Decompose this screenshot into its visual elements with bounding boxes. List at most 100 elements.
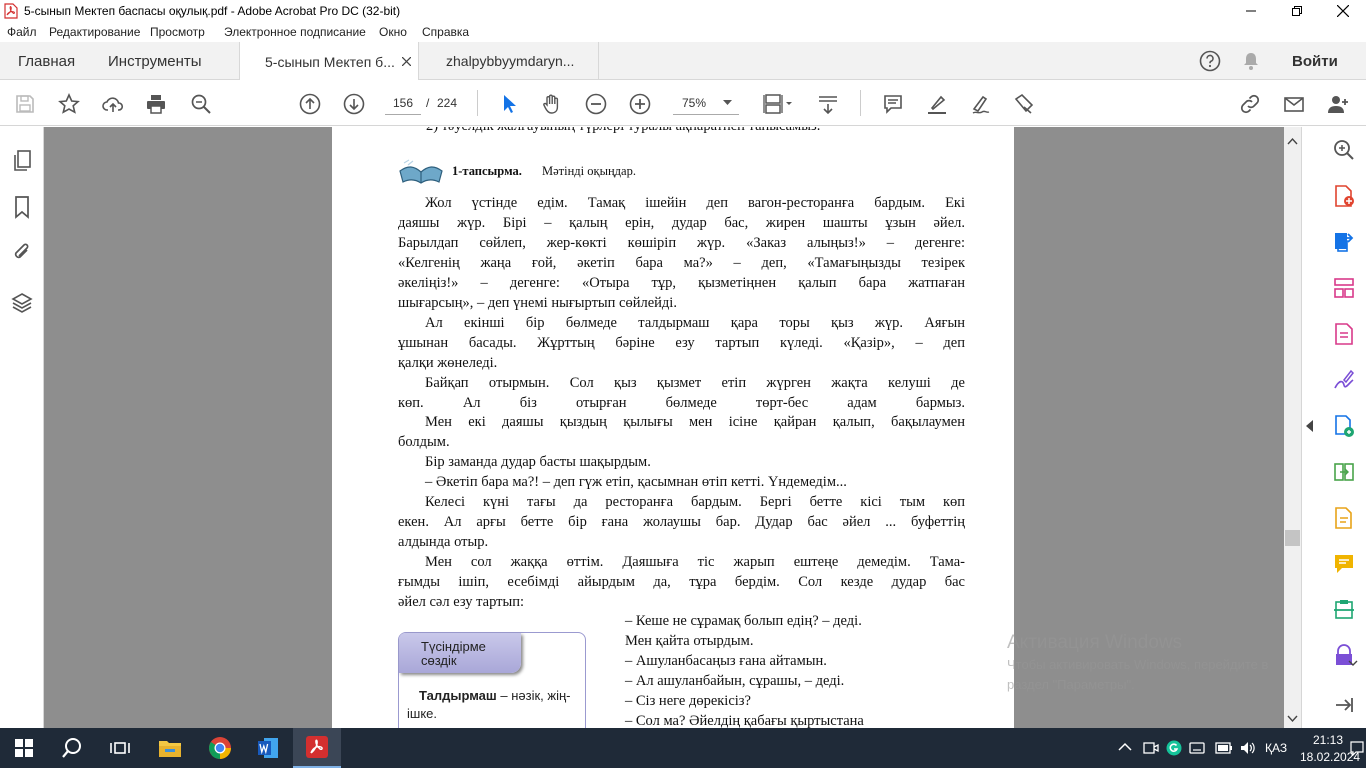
select-tool-button[interactable] <box>496 91 522 117</box>
close-window-button[interactable] <box>1320 0 1366 22</box>
taskbar-chrome[interactable] <box>196 728 244 768</box>
zoom-in-button[interactable] <box>627 91 653 117</box>
export-pdf-icon[interactable] <box>1332 230 1356 254</box>
notification-center-icon[interactable] <box>1349 740 1365 756</box>
collapse-tools-icon[interactable] <box>1332 693 1356 717</box>
tab-document-active[interactable]: 5-сынып Мектеп б... <box>239 42 419 81</box>
next-page-button[interactable] <box>341 91 367 117</box>
taskbar-acrobat-active[interactable] <box>293 728 341 768</box>
add-user-button[interactable] <box>1325 91 1351 117</box>
more-tools-chevron-icon[interactable] <box>1348 660 1358 667</box>
tab-bar: Главная Инструменты 5-сынып Мектеп б... … <box>0 42 1366 81</box>
scroll-mode-button[interactable] <box>815 91 841 117</box>
taskbar-file-explorer[interactable] <box>146 728 194 768</box>
fill-sign-icon <box>1014 93 1034 114</box>
grammarly-icon[interactable] <box>1166 740 1182 756</box>
sign-in-button[interactable]: Войти <box>1292 42 1338 80</box>
combine-files-icon[interactable] <box>1332 414 1356 438</box>
send-for-comments-icon[interactable] <box>1332 506 1356 530</box>
input-language[interactable]: ҚАЗ <box>1265 741 1287 755</box>
scroll-down-icon[interactable] <box>1287 715 1298 723</box>
scroll-up-icon[interactable] <box>1287 137 1298 145</box>
email-button[interactable] <box>1281 91 1307 117</box>
open-book-icon <box>399 159 443 184</box>
cloud-upload-icon <box>102 97 124 112</box>
highlight-button[interactable] <box>924 91 950 117</box>
text-line: – Әкетіп бара ма?! – деп гүж етіп, қасым… <box>425 474 847 491</box>
windows-taskbar: ҚАЗ 21:13 18.02.2024 <box>0 728 1366 768</box>
page-number-input[interactable]: 156 <box>385 91 421 115</box>
text-line: болдым. <box>398 434 450 451</box>
page-display-button[interactable] <box>760 91 796 117</box>
close-tab-icon[interactable] <box>402 57 411 66</box>
tab-home[interactable]: Главная <box>18 42 75 80</box>
zoom-dropdown[interactable]: 75% <box>673 91 739 115</box>
menu-help[interactable]: Справка <box>422 25 469 39</box>
menu-window[interactable]: Окно <box>379 25 407 39</box>
scan-ocr-icon[interactable] <box>1332 598 1356 622</box>
menu-e-sign[interactable]: Электронное подписание <box>224 25 366 39</box>
save-button[interactable] <box>12 91 38 117</box>
text-line: даяшы жүр. Бірі – қалың ерін, дудар бас,… <box>398 214 965 231</box>
prev-page-button[interactable] <box>297 91 323 117</box>
highlighter-pen-icon <box>928 95 946 114</box>
zoom-value: 75% <box>682 96 707 110</box>
scrollbar-thumb[interactable] <box>1285 530 1300 546</box>
comment-tool-icon[interactable] <box>1332 552 1356 576</box>
menu-file[interactable]: Файл <box>7 25 37 39</box>
edit-pdf-icon[interactable] <box>1332 322 1356 346</box>
upload-button[interactable] <box>100 91 126 117</box>
save-icon <box>16 95 34 113</box>
zoom-out-button[interactable] <box>583 91 609 117</box>
clock-time[interactable]: 21:13 <box>1313 733 1343 747</box>
collapse-right-panel-icon[interactable] <box>1306 420 1314 432</box>
toolbar-divider <box>477 90 478 116</box>
tab-tools[interactable]: Инструменты <box>108 42 202 80</box>
create-pdf-icon[interactable] <box>1332 184 1356 208</box>
layers-icon[interactable] <box>10 291 34 315</box>
tab-document-2[interactable]: zhalpybbyymdaryn... <box>420 42 599 80</box>
glossary-box: Түсіндірме сөздік Талдырмаш – нәзік, жің… <box>398 632 586 728</box>
title-bar: 5-сынып Мектеп баспасы оқулық.pdf - Adob… <box>0 0 1366 22</box>
start-button[interactable] <box>0 728 48 768</box>
minimize-button[interactable] <box>1228 0 1274 22</box>
help-icon[interactable] <box>1199 50 1221 72</box>
task-view-button[interactable] <box>96 728 144 768</box>
find-button[interactable] <box>188 91 214 117</box>
right-tools-panel <box>1301 127 1366 728</box>
text-line: Мен екі даяшы қыздың қылығы мен ісіне қа… <box>425 414 965 431</box>
page-thumbnails-icon[interactable] <box>10 149 34 173</box>
battery-icon[interactable] <box>1215 742 1233 754</box>
meet-now-icon[interactable] <box>1143 740 1159 756</box>
notification-bell-icon[interactable] <box>1241 51 1261 71</box>
text-line: әкеліңіз!» – дегенге: «Отыра тұр, қызмет… <box>398 274 965 291</box>
bookmark-star-button[interactable] <box>56 91 82 117</box>
share-link-button[interactable] <box>1237 91 1263 117</box>
organize-pages-icon[interactable] <box>1332 276 1356 300</box>
hand-icon <box>543 94 559 114</box>
taskbar-search-button[interactable] <box>48 728 96 768</box>
fill-and-sign-icon[interactable] <box>1332 368 1356 392</box>
print-button[interactable] <box>143 91 169 117</box>
search-panel-icon[interactable] <box>1332 138 1356 162</box>
hand-tool-button[interactable] <box>539 91 565 117</box>
search-zoom-icon <box>191 94 211 114</box>
volume-icon[interactable] <box>1240 740 1256 756</box>
compare-files-icon[interactable] <box>1332 460 1356 484</box>
text-line: Барылдап сөйлеп, жер-көкті көшіріп жүр. … <box>398 234 965 251</box>
show-hidden-icons-chevron[interactable] <box>1118 742 1132 752</box>
vertical-scrollbar[interactable] <box>1284 127 1301 728</box>
taskbar-word[interactable] <box>244 728 292 768</box>
draw-button[interactable] <box>968 91 994 117</box>
comment-button[interactable] <box>880 91 906 117</box>
glossary-title-line2: сөздік <box>421 653 457 668</box>
bookmark-icon[interactable] <box>10 195 34 219</box>
fill-sign-button[interactable] <box>1011 91 1037 117</box>
dialog-line: – Сол ма? Әйелдің қабағы қыртыстана <box>625 712 864 728</box>
document-viewport[interactable]: 2) тәуелдік жалғауының түрлері туралы ақ… <box>44 127 1284 728</box>
restore-button[interactable] <box>1274 0 1320 22</box>
keyboard-touch-icon[interactable] <box>1189 741 1205 755</box>
menu-view[interactable]: Просмотр <box>150 25 205 39</box>
menu-edit[interactable]: Редактирование <box>49 25 140 39</box>
attachment-icon[interactable] <box>10 241 34 265</box>
